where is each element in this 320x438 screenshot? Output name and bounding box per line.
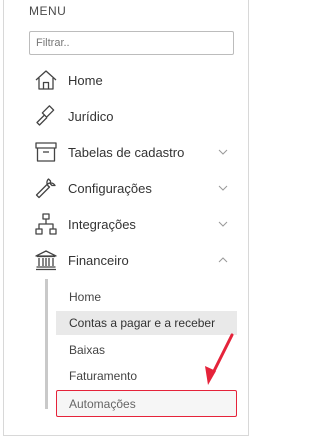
gavel-icon: [33, 103, 59, 129]
chevron-down-icon: [217, 182, 229, 194]
submenu-indent-line: [45, 279, 48, 409]
nav-item-label: Integrações: [68, 216, 136, 232]
nav-item-configuracoes[interactable]: Configurações: [29, 173, 239, 203]
nav-item-integracoes[interactable]: Integrações: [29, 209, 239, 239]
archive-box-icon: [33, 139, 59, 165]
network-icon: [33, 211, 59, 237]
menu-title: MENU: [29, 4, 67, 18]
nav-item-label: Tabelas de cadastro: [68, 144, 185, 160]
chevron-down-icon: [217, 146, 229, 158]
subitem-contas-a-pagar-e-a-receber[interactable]: Contas a pagar e a receber: [56, 311, 237, 335]
chevron-up-icon: [217, 254, 229, 266]
menu-filter-input[interactable]: [29, 31, 234, 55]
subitem-home[interactable]: Home: [56, 285, 237, 309]
nav-item-label: Jurídico: [68, 108, 114, 124]
nav-item-label: Home: [68, 72, 103, 88]
nav-item-label: Financeiro: [68, 252, 129, 268]
house-icon: [33, 67, 59, 93]
nav-item-juridico[interactable]: Jurídico: [29, 101, 239, 131]
subitem-automacoes[interactable]: Automações: [56, 390, 237, 417]
nav-item-tabelas-de-cadastro[interactable]: Tabelas de cadastro: [29, 137, 239, 167]
chevron-down-icon: [217, 218, 229, 230]
wrench-icon: [33, 175, 59, 201]
bank-icon: [33, 247, 59, 273]
nav-item-financeiro[interactable]: Financeiro: [29, 245, 239, 275]
annotation-arrow: [205, 333, 234, 385]
nav-item-home[interactable]: Home: [29, 65, 239, 95]
nav-item-label: Configurações: [68, 180, 152, 196]
